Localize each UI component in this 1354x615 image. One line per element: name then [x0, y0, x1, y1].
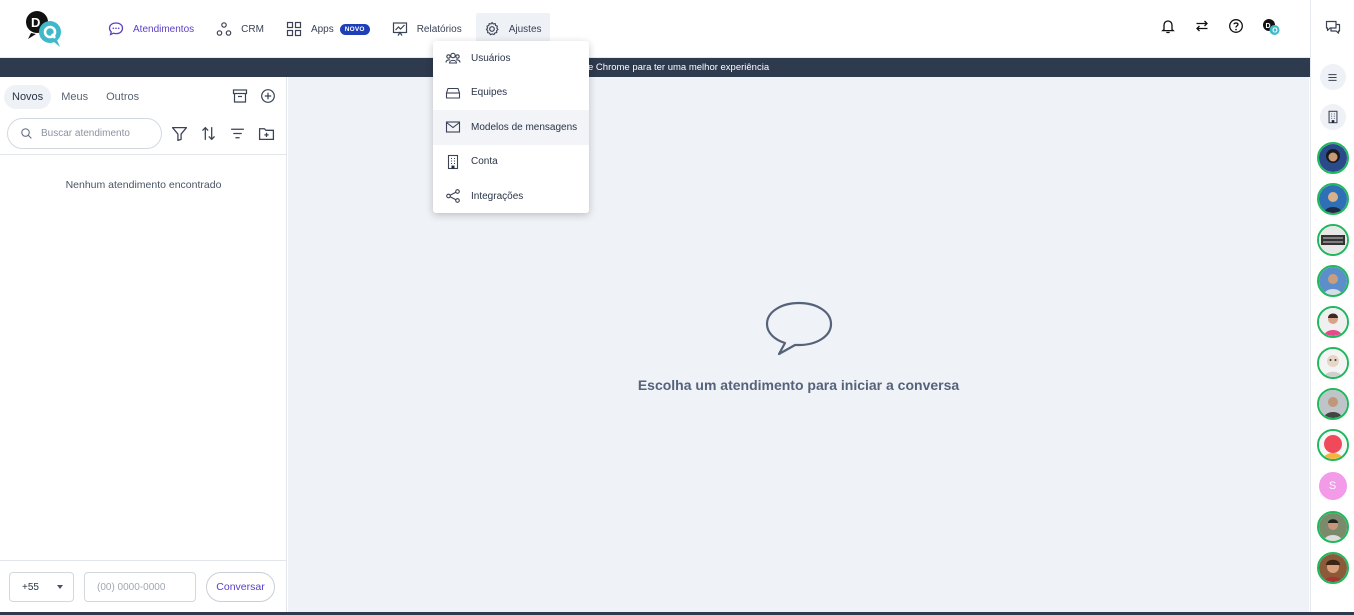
nav-atendimentos[interactable]: Atendimentos [100, 13, 202, 45]
add-circle-icon[interactable] [260, 88, 276, 109]
chart-icon [392, 22, 407, 36]
svg-text:O: O [1272, 28, 1278, 35]
agent-avatar[interactable] [1316, 552, 1349, 584]
tab-novos[interactable]: Novos [4, 85, 52, 109]
right-rail: S [1310, 0, 1354, 612]
list-tools [171, 125, 275, 147]
phone-field[interactable] [84, 572, 196, 602]
conversation-list-panel: Novos Meus Outros Nenhum atendimento enc… [0, 77, 287, 612]
list-filter-icon[interactable] [229, 125, 246, 147]
agent-avatar[interactable] [1316, 306, 1349, 338]
menu-item-label: Equipes [471, 87, 508, 99]
country-code-select[interactable]: +55 [9, 572, 74, 602]
menu-item-conta[interactable]: Conta [433, 145, 589, 180]
app-logo[interactable]: D [24, 9, 66, 49]
svg-text:D: D [31, 15, 40, 30]
help-icon[interactable] [1228, 18, 1244, 34]
user-avatar-icon[interactable]: DO [1262, 18, 1280, 35]
country-code-value: +55 [22, 581, 39, 593]
conversar-button[interactable]: Conversar [206, 572, 275, 602]
empty-conversation-message: Escolha um atendimento para iniciar a co… [637, 377, 960, 393]
banner-text: e Chrome para ter uma melhor experiência [588, 62, 770, 73]
menu-item-label: Modelos de mensagens [471, 121, 578, 133]
rail-header [1311, 0, 1354, 58]
agent-avatar[interactable] [1316, 429, 1349, 461]
nav-label: Apps [310, 23, 334, 35]
transfer-icon[interactable] [1194, 18, 1210, 34]
empty-state-text: Nenhum atendimento encontrado [65, 179, 222, 191]
top-bar: D Atendimentos CRM Apps NOVO Relatórios … [0, 0, 1310, 58]
tab-outros[interactable]: Outros [98, 85, 147, 109]
browser-warning-banner: e Chrome para ter uma melhor experiência [0, 58, 1310, 77]
archive-icon[interactable] [232, 88, 248, 109]
building-icon [447, 154, 459, 169]
agent-avatar[interactable] [1316, 142, 1349, 174]
filter-icon[interactable] [171, 125, 188, 147]
users-icon [445, 52, 461, 64]
menu-item-integracoes[interactable]: Integrações [433, 179, 589, 214]
search-field[interactable] [7, 118, 162, 149]
chat-icon [108, 22, 124, 36]
agent-avatar[interactable] [1316, 511, 1349, 543]
agent-avatar[interactable] [1316, 265, 1349, 297]
nav-apps[interactable]: Apps NOVO [278, 13, 378, 45]
crm-icon [216, 22, 232, 36]
avatar-initial: S [1328, 480, 1337, 492]
speech-bubble-icon [765, 300, 833, 361]
settings-dropdown: Usuários Equipes Modelos de mensagens Co… [433, 41, 589, 213]
caret-down-icon [57, 585, 63, 589]
building-icon [1328, 110, 1337, 124]
agent-avatar-initial[interactable]: S [1316, 470, 1349, 502]
search-icon [21, 128, 32, 139]
bell-icon[interactable] [1160, 18, 1176, 34]
top-actions: DO [1160, 18, 1280, 35]
folder-add-icon[interactable] [258, 125, 275, 147]
menu-item-equipes[interactable]: Equipes [433, 76, 589, 111]
nav-label: Atendimentos [133, 23, 195, 35]
menu-button[interactable] [1319, 64, 1346, 90]
inbox-icon [445, 87, 461, 99]
menu-item-label: Conta [471, 156, 498, 168]
divider [0, 154, 287, 155]
list-tabs: Novos Meus Outros [4, 85, 149, 109]
phone-input[interactable] [97, 581, 192, 593]
nav-label: Relatórios [416, 23, 462, 35]
grid-icon [286, 21, 302, 37]
agent-avatar[interactable] [1316, 347, 1349, 379]
nav-label: Ajustes [508, 23, 542, 35]
share-icon [446, 189, 460, 204]
nav-crm[interactable]: CRM [208, 13, 272, 45]
company-button[interactable] [1319, 104, 1346, 130]
mail-icon [445, 121, 461, 133]
new-conversation-bar: +55 Conversar [0, 560, 287, 612]
agent-avatar[interactable] [1316, 224, 1349, 256]
new-badge: NOVO [339, 23, 370, 35]
menu-item-modelos[interactable]: Modelos de mensagens [433, 110, 589, 145]
menu-item-label: Usuários [471, 52, 511, 64]
menu-item-label: Integrações [471, 190, 524, 202]
chat-bubbles-icon[interactable] [1325, 19, 1341, 40]
menu-icon [1328, 73, 1337, 81]
list-actions [232, 88, 276, 109]
agent-avatar[interactable] [1316, 183, 1349, 215]
gear-icon [485, 21, 499, 36]
nav-label: CRM [241, 23, 264, 35]
agent-avatar[interactable] [1316, 388, 1349, 420]
search-input[interactable] [41, 128, 156, 139]
menu-item-usuarios[interactable]: Usuários [433, 41, 589, 76]
sort-icon[interactable] [200, 125, 217, 147]
tab-meus[interactable]: Meus [53, 85, 96, 109]
